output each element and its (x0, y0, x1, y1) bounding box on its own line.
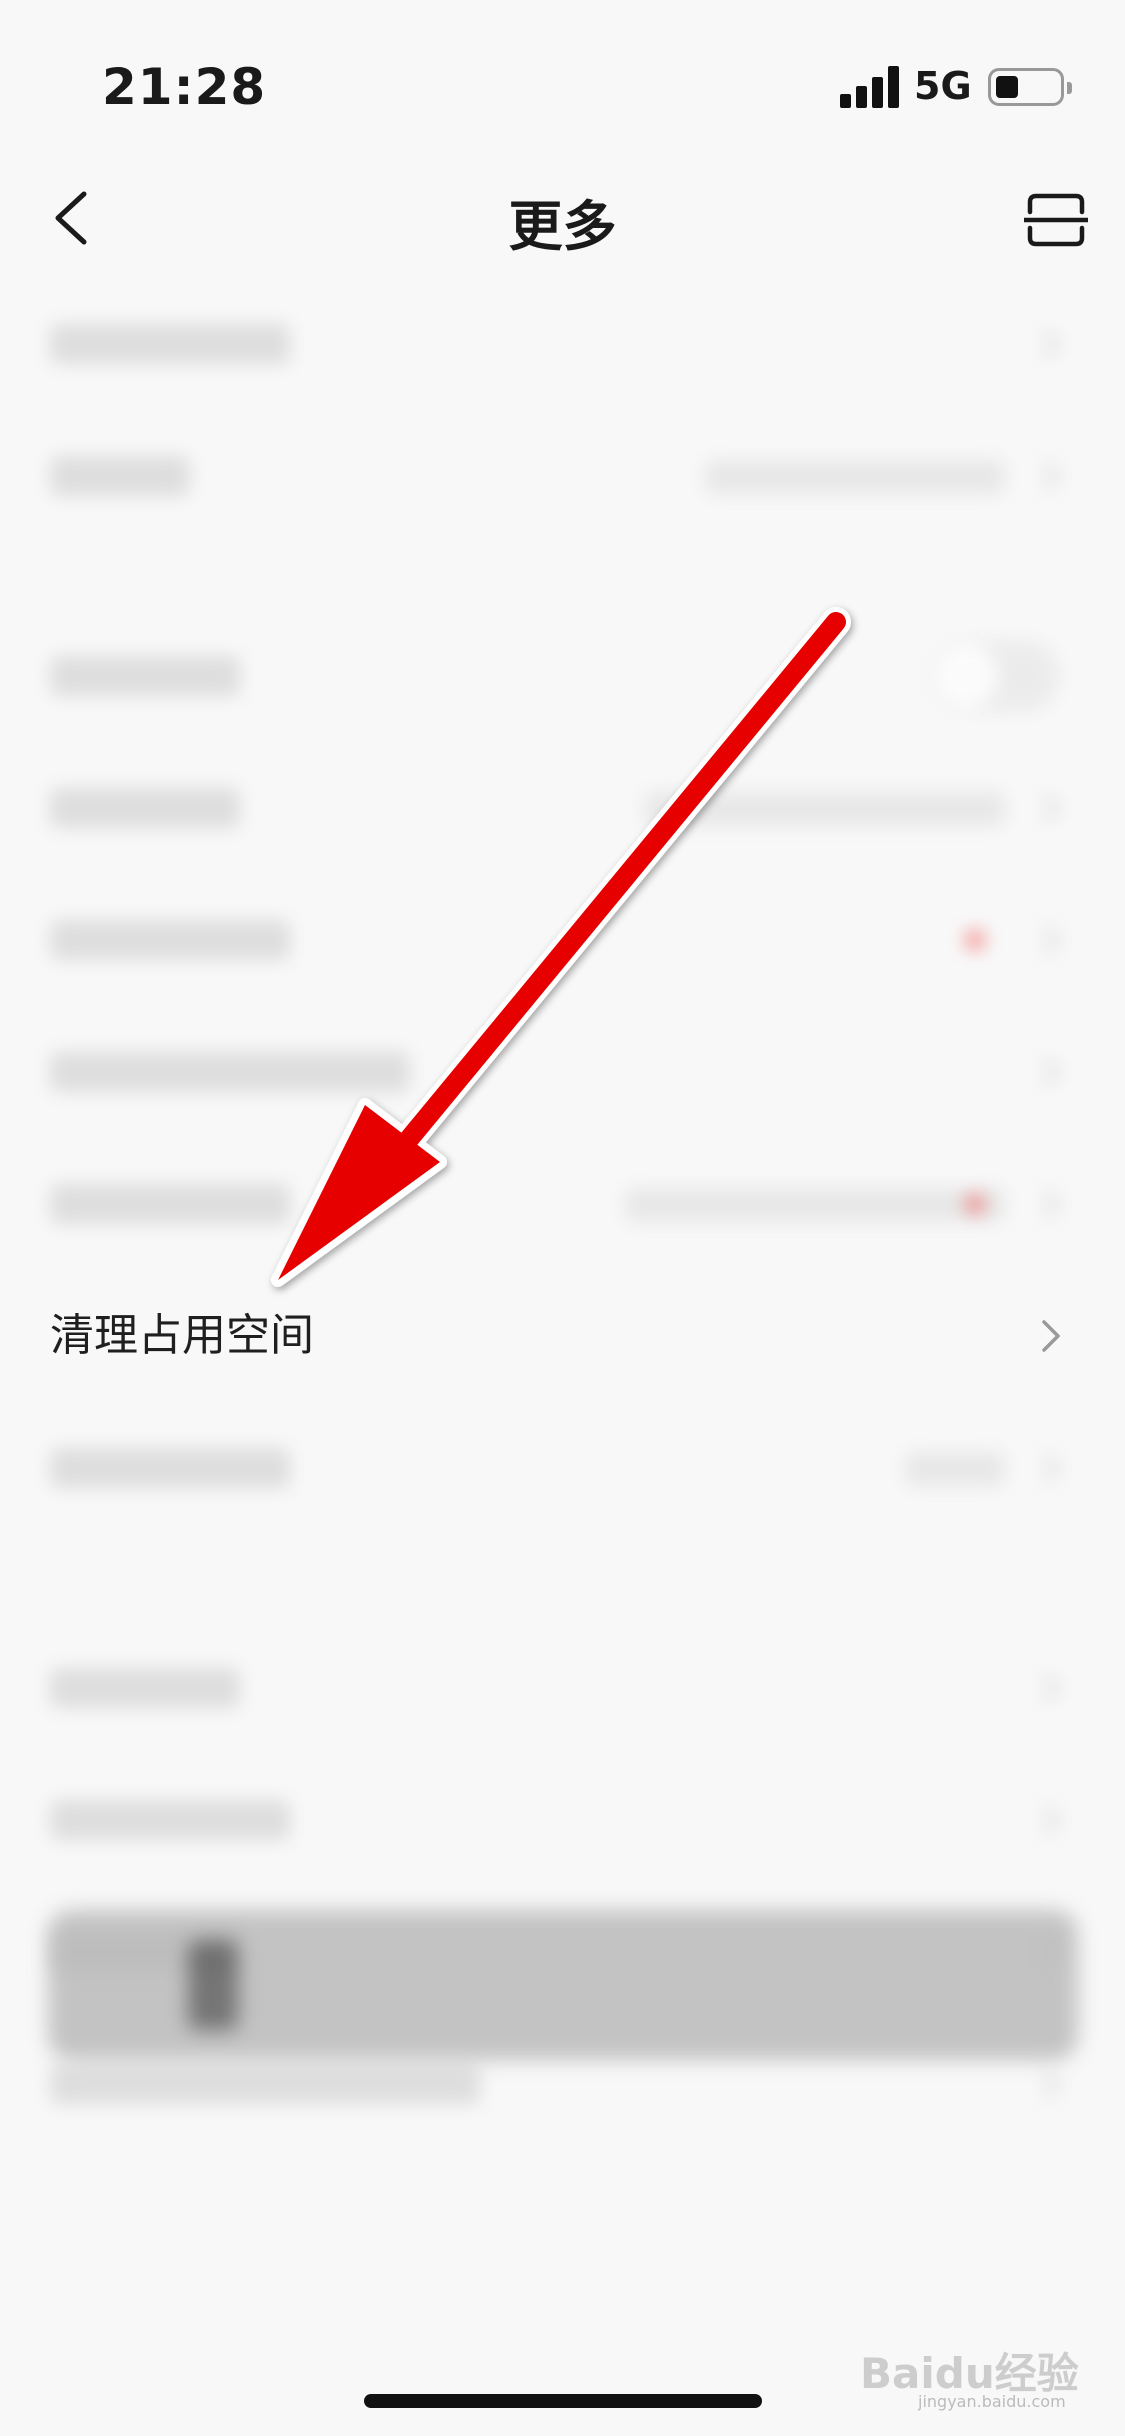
list-item[interactable] (0, 610, 1125, 742)
list-item-label (50, 1052, 410, 1092)
list-item-label (50, 2064, 480, 2104)
list-item[interactable] (0, 1402, 1125, 1534)
baidu-watermark: Baidu经验 jingyan.baidu.com (860, 2310, 1080, 2411)
list-item[interactable] (0, 742, 1125, 874)
page-title: 更多 (508, 195, 617, 258)
list-item-label (50, 920, 290, 960)
clear-storage-label: 清理占用空间 (50, 1310, 314, 1361)
list-item-label (50, 1184, 290, 1224)
list-item[interactable] (0, 1754, 1125, 1886)
notification-dot (965, 930, 985, 950)
chevron-right-icon (1042, 792, 1061, 824)
signal-strength-icon (840, 66, 900, 108)
chevron-right-icon (1042, 328, 1061, 360)
status-bar: 21:28 5G (0, 0, 1125, 150)
chevron-right-icon (1042, 2068, 1061, 2100)
chevron-right-icon (1042, 1188, 1061, 1220)
list-item-value (705, 460, 1005, 494)
list-item-value (905, 1452, 1005, 1486)
list-item-label (50, 324, 290, 364)
notification-dot (965, 1194, 985, 1214)
list-item-clear-storage[interactable]: 清理占用空间 (0, 1270, 1125, 1402)
battery-icon (988, 68, 1072, 106)
chevron-right-icon (1042, 1452, 1061, 1484)
toggle-switch[interactable] (930, 640, 1060, 712)
chevron-right-icon (1042, 460, 1061, 492)
list-item-label (50, 656, 240, 696)
watermark-url: jingyan.baidu.com (918, 2392, 1066, 2411)
list-item[interactable] (0, 1138, 1125, 1270)
list-item-label (50, 788, 240, 828)
navigation-bar: 更多 (0, 150, 1125, 280)
list-item-label (50, 456, 190, 496)
home-indicator[interactable] (364, 2394, 762, 2408)
status-time: 21:28 (102, 58, 267, 116)
chevron-right-icon (1042, 1056, 1061, 1088)
list-item-label (50, 1448, 290, 1488)
list-item[interactable] (0, 278, 1125, 410)
chevron-right-icon (1042, 1672, 1061, 1704)
list-item-value (645, 792, 1005, 826)
list-item[interactable] (0, 1006, 1125, 1138)
settings-list: 清理占用空间 (0, 280, 1125, 2380)
promo-banner[interactable] (48, 1910, 1078, 2060)
scan-icon[interactable] (1024, 192, 1088, 248)
chevron-right-icon (1042, 924, 1061, 956)
list-item-value (625, 1188, 1005, 1222)
chevron-right-icon (1042, 1804, 1061, 1836)
list-item-label (50, 1800, 290, 1840)
chevron-right-icon (1042, 1320, 1060, 1352)
network-type: 5G (914, 64, 972, 108)
list-item[interactable] (0, 1622, 1125, 1754)
list-item[interactable] (0, 874, 1125, 1006)
list-item-label (50, 1668, 240, 1708)
list-item[interactable] (0, 410, 1125, 542)
